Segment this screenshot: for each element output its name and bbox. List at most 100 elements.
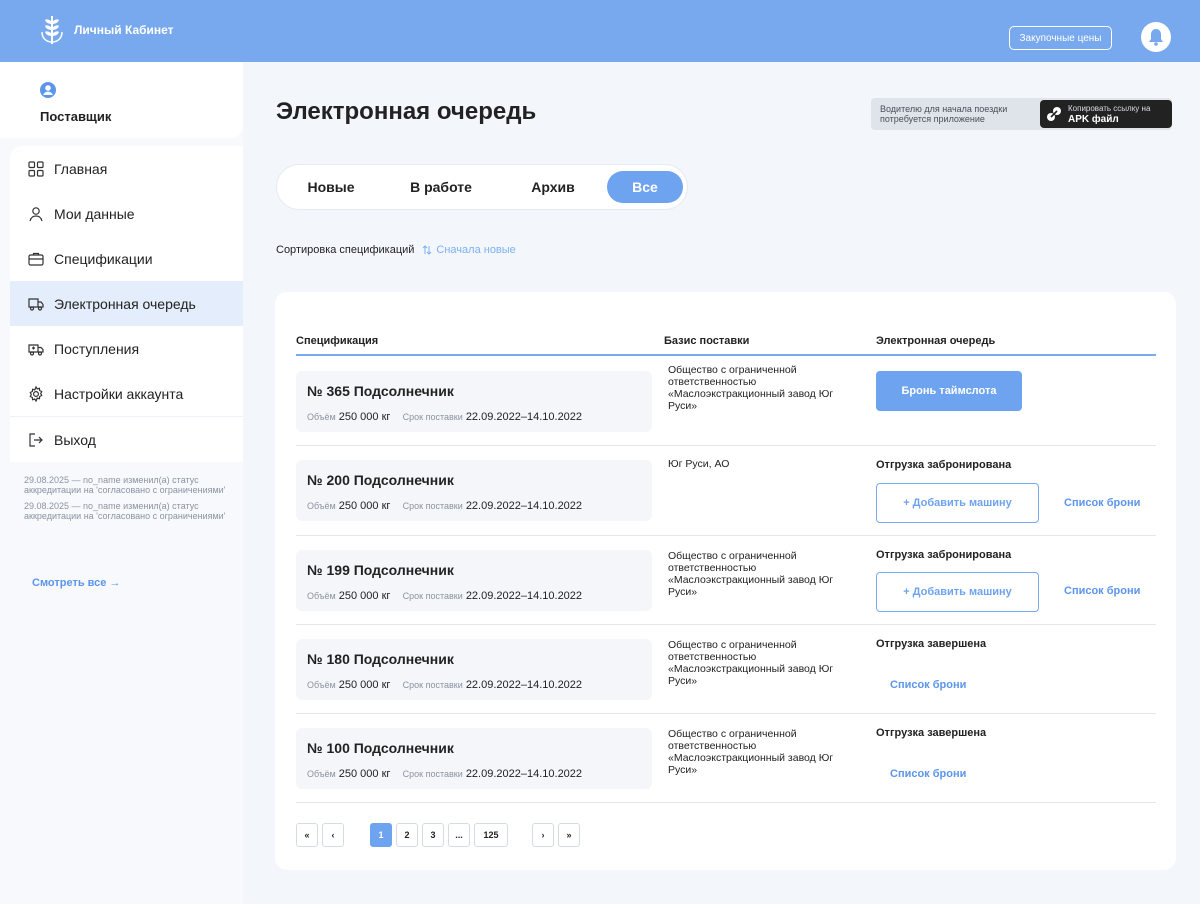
volume-label: Объём [307, 591, 336, 601]
column-header-specification: Спецификация [296, 335, 379, 347]
tab-all[interactable]: Все [607, 171, 683, 203]
app-title: Личный Кабинет [74, 23, 174, 37]
booking-list-link[interactable]: Список брони [890, 768, 966, 780]
specification-meta: Объём 250 000 кг Срок поставки 22.09.202… [307, 500, 582, 512]
sidebar-item-label: Мои данные [54, 205, 135, 222]
sidebar-item-label: Главная [54, 160, 108, 177]
wheat-logo-icon [41, 16, 63, 44]
avatar-icon [40, 82, 56, 98]
volume-label: Объём [307, 412, 336, 422]
specification-title: № 199 Подсолнечник [307, 562, 454, 578]
page-button-125[interactable]: 125 [474, 823, 508, 847]
shipment-status: Отгрузка забронирована [876, 459, 1012, 471]
volume-label: Объём [307, 680, 336, 690]
page-button-1[interactable]: 1 [370, 823, 392, 847]
truck-icon [28, 297, 44, 311]
sidebar-item-account-settings[interactable]: Настройки аккаунта [10, 371, 243, 416]
user-icon [29, 206, 43, 221]
top-bar: Личный Кабинет Закупочные цены [0, 0, 1200, 62]
user-card[interactable]: Поставщик [0, 62, 243, 138]
sort-arrows-icon [423, 245, 432, 255]
tab-archive[interactable]: Архив [505, 171, 601, 203]
term-label: Срок поставки [402, 591, 463, 601]
volume-value: 250 000 кг [338, 768, 391, 780]
specification-title: № 365 Подсолнечник [307, 383, 454, 399]
table-row: № 100 Подсолнечник Объём 250 000 кг Срок… [296, 714, 1156, 803]
tab-new[interactable]: Новые [289, 171, 373, 203]
bell-icon [1149, 29, 1163, 46]
column-header-delivery-basis: Базис поставки [664, 335, 750, 347]
next-page-button[interactable]: › [532, 823, 554, 847]
filter-tabs: Новые В работе Архив Все [276, 164, 688, 210]
page-button-3[interactable]: 3 [422, 823, 444, 847]
volume-value: 250 000 кг [338, 411, 391, 423]
sidebar-item-label: Поступления [54, 340, 140, 357]
delivery-basis: Общество с ограниченной ответственностью… [668, 639, 834, 687]
see-all-link[interactable]: Смотреть все → [32, 577, 120, 589]
specification-cell[interactable]: № 200 Подсолнечник Объём 250 000 кг Срок… [296, 460, 652, 521]
sidebar-item-logout[interactable]: Выход [10, 417, 243, 462]
sort-value: Сначала новые [436, 244, 516, 256]
table-row: № 365 Подсолнечник Объём 250 000 кг Срок… [296, 357, 1156, 446]
volume-value: 250 000 кг [338, 500, 391, 512]
add-vehicle-button[interactable]: + Добавить машину [876, 483, 1039, 523]
sidebar-item-home[interactable]: Главная [10, 146, 243, 191]
sidebar-item-label: Выход [54, 431, 96, 448]
shipment-status: Отгрузка завершена [876, 727, 987, 739]
header-divider [296, 354, 1156, 356]
page-title: Электронная очередь [276, 98, 537, 125]
sidebar-item-my-data[interactable]: Мои данные [10, 191, 243, 236]
apk-file-label: APK файл [1068, 114, 1119, 125]
specification-cell[interactable]: № 100 Подсолнечник Объём 250 000 кг Срок… [296, 728, 652, 789]
tab-in-progress[interactable]: В работе [387, 171, 495, 203]
specification-meta: Объём 250 000 кг Срок поставки 22.09.202… [307, 768, 582, 780]
first-page-button[interactable]: « [296, 823, 318, 847]
last-page-button[interactable]: » [558, 823, 580, 847]
sidebar: Поставщик Главная Мои данные Спецификаци… [0, 62, 243, 904]
booking-list-link[interactable]: Список брони [890, 679, 966, 691]
specification-cell[interactable]: № 365 Подсолнечник Объём 250 000 кг Срок… [296, 371, 652, 432]
sidebar-item-e-queue[interactable]: Электронная очередь [10, 281, 243, 326]
booking-list-link[interactable]: Список брони [1064, 585, 1140, 597]
book-timeslot-button[interactable]: Бронь таймслота [876, 371, 1022, 411]
sidebar-item-label: Электронная очередь [54, 295, 196, 312]
copy-apk-link-button[interactable]: Копировать ссылку на APK файл [1040, 100, 1172, 128]
grid-icon [28, 160, 44, 177]
specification-meta: Объём 250 000 кг Срок поставки 22.09.202… [307, 679, 582, 691]
booking-list-link[interactable]: Список брони [1064, 497, 1140, 509]
specification-title: № 100 Подсолнечник [307, 740, 454, 756]
link-icon [1047, 107, 1061, 121]
volume-value: 250 000 кг [338, 679, 391, 691]
delivery-icon [28, 343, 44, 356]
table-row: № 200 Подсолнечник Объём 250 000 кг Срок… [296, 446, 1156, 536]
page-button-2[interactable]: 2 [396, 823, 418, 847]
sort-toggle[interactable]: Сначала новые [422, 244, 516, 256]
apk-note: Водителю для начала поездки потребуется … [880, 104, 1008, 124]
notification-item: 29.08.2025 — no_name изменил(а) статус а… [24, 475, 226, 495]
table-row: № 199 Подсолнечник Объём 250 000 кг Срок… [296, 536, 1156, 625]
specification-cell[interactable]: № 180 Подсолнечник Объём 250 000 кг Срок… [296, 639, 652, 700]
sidebar-item-label: Спецификации [54, 250, 153, 267]
term-value: 22.09.2022–14.10.2022 [465, 590, 583, 602]
apk-info-box: Водителю для начала поездки потребуется … [871, 98, 1172, 130]
delivery-basis: Общество с ограниченной ответственностью… [668, 550, 834, 598]
user-role: Поставщик [40, 109, 112, 124]
add-vehicle-button[interactable]: + Добавить машину [876, 572, 1039, 612]
term-label: Срок поставки [402, 501, 463, 511]
purchase-prices-button[interactable]: Закупочные цены [1009, 26, 1112, 50]
sidebar-item-receipts[interactable]: Поступления [10, 326, 243, 371]
specification-cell[interactable]: № 199 Подсолнечник Объём 250 000 кг Срок… [296, 550, 652, 611]
briefcase-icon [28, 252, 44, 266]
brand[interactable]: Личный Кабинет [38, 14, 174, 46]
notifications-button[interactable] [1141, 22, 1171, 52]
sort-label: Сортировка спецификаций [276, 244, 415, 256]
prev-page-button[interactable]: ‹ [322, 823, 344, 847]
gear-icon [29, 385, 43, 402]
term-value: 22.09.2022–14.10.2022 [465, 679, 583, 691]
term-label: Срок поставки [402, 412, 463, 422]
sidebar-item-specifications[interactable]: Спецификации [10, 236, 243, 281]
notification-item: 29.08.2025 — no_name изменил(а) статус а… [24, 501, 226, 521]
volume-label: Объём [307, 769, 336, 779]
delivery-basis: Общество с ограниченной ответственностью… [668, 364, 834, 412]
term-label: Срок поставки [402, 769, 463, 779]
